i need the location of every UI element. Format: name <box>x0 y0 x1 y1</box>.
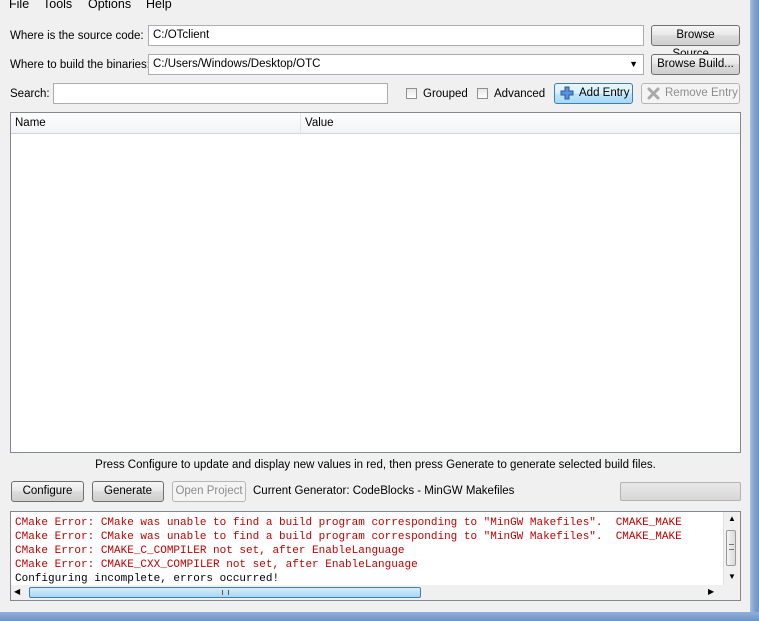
browse-build-button[interactable]: Browse Build... <box>651 54 740 75</box>
menu-options[interactable]: Options <box>88 0 131 11</box>
window-frame-right <box>750 0 759 621</box>
hint-text: Press Configure to update and display ne… <box>95 459 656 471</box>
add-entry-label: Add Entry <box>579 87 630 99</box>
advanced-label: Advanced <box>494 88 546 100</box>
scroll-right-icon[interactable]: ▶ <box>708 587 714 596</box>
cache-table[interactable]: Name Value <box>10 112 741 453</box>
chevron-down-icon[interactable]: ▼ <box>629 55 638 74</box>
search-input[interactable] <box>53 83 388 104</box>
scroll-up-icon[interactable]: ▲ <box>728 514 736 523</box>
build-label: Where to build the binaries: <box>10 59 150 71</box>
log-line: CMake Error: CMAKE_CXX_COMPILER not set,… <box>15 559 418 571</box>
log-line: Configuring incomplete, errors occurred! <box>15 573 280 585</box>
log-line: CMake Error: CMAKE_C_COMPILER not set, a… <box>15 545 405 557</box>
vertical-scrollbar[interactable]: ▲ ▼ <box>723 512 740 586</box>
grouped-checkbox[interactable] <box>406 88 417 99</box>
advanced-checkbox[interactable] <box>477 88 488 99</box>
source-label: Where is the source code: <box>10 30 144 42</box>
window-frame-bottom <box>0 612 759 621</box>
open-project-button[interactable]: Open Project <box>172 481 246 502</box>
vertical-scroll-thumb[interactable] <box>726 530 736 566</box>
menu-tools[interactable]: Tools <box>43 0 72 11</box>
table-header: Name Value <box>11 113 740 134</box>
log-line: CMake Error: CMake was unable to find a … <box>15 531 682 543</box>
x-icon <box>647 87 660 100</box>
build-value: C:/Users/Windows/Desktop/OTC <box>153 58 321 70</box>
add-entry-button[interactable]: Add Entry <box>554 83 633 104</box>
grouped-label: Grouped <box>423 88 468 100</box>
column-value[interactable]: Value <box>301 113 740 133</box>
menu-help[interactable]: Help <box>146 0 172 11</box>
horizontal-scroll-thumb[interactable] <box>29 587 421 598</box>
menu-bar: File Tools Options Help <box>0 0 750 14</box>
generate-button[interactable]: Generate <box>92 481 164 502</box>
output-console[interactable]: CMake Error: CMake was unable to find a … <box>10 511 741 601</box>
search-label: Search: <box>10 88 50 100</box>
configure-button[interactable]: Configure <box>11 481 84 502</box>
column-name[interactable]: Name <box>11 113 301 133</box>
menu-file[interactable]: File <box>9 0 29 11</box>
scroll-left-icon[interactable]: ◀ <box>14 587 20 596</box>
remove-entry-button[interactable]: Remove Entry <box>641 83 740 104</box>
remove-entry-label: Remove Entry <box>665 87 738 99</box>
source-input[interactable]: C:/OTclient <box>148 25 644 46</box>
progress-bar <box>620 482 741 501</box>
log-line: CMake Error: CMake was unable to find a … <box>15 517 682 529</box>
horizontal-scrollbar[interactable]: ◀ ▶ <box>11 585 740 600</box>
generator-text: Current Generator: CodeBlocks - MinGW Ma… <box>253 485 515 497</box>
browse-source-button[interactable]: Browse Source... <box>651 25 740 60</box>
plus-icon <box>560 86 574 100</box>
build-combobox[interactable]: C:/Users/Windows/Desktop/OTC ▼ <box>148 54 644 75</box>
scroll-down-icon[interactable]: ▼ <box>728 572 736 581</box>
